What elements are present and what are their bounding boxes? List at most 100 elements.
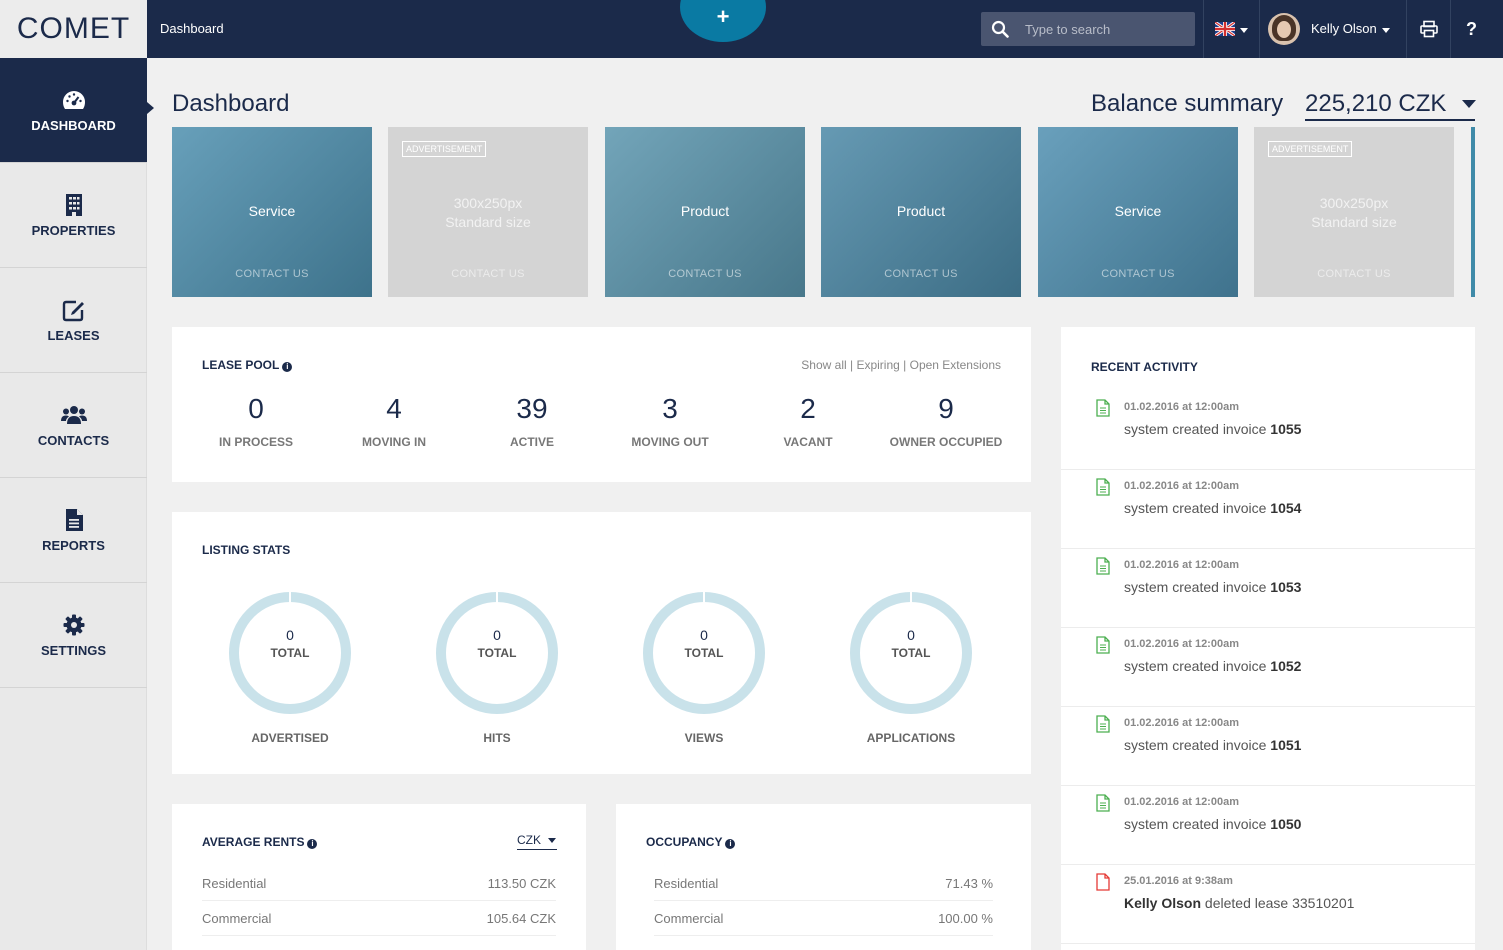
top-bar: COMET Dashboard + Kelly Olson ? [0, 0, 1503, 58]
donut-chart: 0 TOTAL [227, 590, 353, 716]
activity-user[interactable]: Kelly Olson [1124, 895, 1201, 911]
ad-contact-link[interactable]: CONTACT US [821, 268, 1021, 280]
open-extensions-link[interactable]: Open Extensions [910, 358, 1001, 372]
sidebar-item-contacts[interactable]: CONTACTS [0, 373, 147, 478]
activity-item[interactable]: 01.02.2016 at 12:00am system created inv… [1061, 391, 1475, 470]
row-label: Commercial [654, 911, 724, 926]
page-title: Dashboard [172, 90, 290, 117]
ad-contact-link[interactable]: CONTACT US [172, 268, 372, 280]
activity-item[interactable]: 01.02.2016 at 12:00am system created inv… [1061, 549, 1475, 628]
ad-placeholder[interactable]: ADVERTISEMENT 300x250px Standard size CON… [388, 127, 588, 297]
show-all-link[interactable]: Show all [801, 358, 846, 372]
ad-contact-link[interactable]: CONTACT US [1254, 268, 1454, 280]
currency-select[interactable]: CZK [517, 833, 557, 850]
stat-vacant[interactable]: 2 VACANT [739, 393, 877, 449]
activity-item[interactable]: 01.02.2016 at 12:00am system created inv… [1061, 628, 1475, 707]
sidebar-item-properties[interactable]: PROPERTIES [0, 163, 147, 268]
info-icon[interactable]: i [725, 839, 736, 849]
invoice-icon [1096, 636, 1110, 654]
donut-label: APPLICATIONS [866, 731, 956, 745]
sidebar-item-label: CONTACTS [37, 432, 110, 448]
ad-tile[interactable]: Product CONTACT US [821, 127, 1021, 297]
donut-applications[interactable]: 0 TOTAL APPLICATIONS [831, 590, 991, 745]
donut-unit: TOTAL [477, 646, 517, 660]
activity-time: 01.02.2016 at 12:00am [1124, 559, 1239, 571]
chevron-down-icon[interactable] [1462, 100, 1476, 108]
user-name[interactable]: Kelly Olson [1311, 21, 1377, 36]
ad-title: Service [248, 203, 296, 219]
ad-tile-partial[interactable] [1471, 127, 1475, 297]
logo[interactable]: COMET [0, 0, 147, 58]
stat-label: VACANT [783, 435, 833, 449]
ad-tile[interactable]: Service CONTACT US [1038, 127, 1238, 297]
sidebar-item-leases[interactable]: LEASES [0, 268, 147, 373]
users-icon [60, 405, 87, 424]
activity-time: 01.02.2016 at 12:00am [1124, 796, 1239, 808]
stat-owner-occupied[interactable]: 9 OWNER OCCUPIED [877, 393, 1015, 449]
ad-tag: ADVERTISEMENT [402, 141, 487, 157]
stat-label: MOVING OUT [631, 435, 709, 449]
activity-invoice-number[interactable]: 1052 [1270, 658, 1301, 674]
add-button[interactable]: + [680, 0, 766, 42]
divider [1450, 0, 1451, 58]
listing-stats-card: LISTING STATS 0 TOTAL ADVERTISED 0 TOTAL… [172, 512, 1031, 774]
sidebar-item-label: SETTINGS [40, 642, 106, 658]
occupancy-title: OCCUPANCY [646, 835, 723, 849]
user-dropdown-icon[interactable] [1382, 28, 1390, 33]
donut-hits[interactable]: 0 TOTAL HITS [417, 590, 577, 745]
stat-value: 39 [516, 393, 548, 424]
ad-size-note: Standard size [1311, 214, 1397, 230]
chevron-down-icon [548, 838, 556, 843]
ad-contact-link[interactable]: CONTACT US [1038, 268, 1238, 280]
activity-time: 01.02.2016 at 12:00am [1124, 638, 1239, 650]
print-icon[interactable] [1420, 20, 1438, 38]
lease-pool-links: Show all | Expiring | Open Extensions [801, 358, 1001, 372]
info-icon[interactable]: i [307, 839, 318, 849]
activity-text: system created invoice [1124, 737, 1271, 753]
expiring-link[interactable]: Expiring [856, 358, 899, 372]
activity-invoice-number[interactable]: 1053 [1270, 579, 1301, 595]
sidebar-item-dashboard[interactable]: DASHBOARD [0, 58, 147, 163]
language-dropdown-icon[interactable] [1240, 28, 1248, 33]
ad-placeholder[interactable]: ADVERTISEMENT 300x250px Standard size CON… [1254, 127, 1454, 297]
info-icon[interactable]: i [282, 362, 293, 372]
sidebar-item-reports[interactable]: REPORTS [0, 478, 147, 583]
stat-label: IN PROCESS [218, 435, 293, 449]
activity-invoice-number[interactable]: 1054 [1270, 500, 1301, 516]
ad-size-line: 300x250px [453, 195, 523, 211]
search-icon [991, 20, 1009, 38]
activity-invoice-number[interactable]: 1051 [1270, 737, 1301, 753]
stat-moving-out[interactable]: 3 MOVING OUT [601, 393, 739, 449]
ad-title: Product [680, 203, 730, 219]
ad-contact-link[interactable]: CONTACT US [388, 268, 588, 280]
activity-invoice-number[interactable]: 1055 [1270, 421, 1301, 437]
ad-contact-link[interactable]: CONTACT US [605, 268, 805, 280]
search-input[interactable] [1017, 12, 1187, 46]
donut-views[interactable]: 0 TOTAL VIEWS [624, 590, 784, 745]
stat-in-process[interactable]: 0 IN PROCESS [187, 393, 325, 449]
balance-summary-select[interactable]: 225,210 CZK [1305, 90, 1475, 121]
stat-moving-in[interactable]: 4 MOVING IN [325, 393, 463, 449]
donut-advertised[interactable]: 0 TOTAL ADVERTISED [210, 590, 370, 745]
sidebar-item-label: LEASES [47, 327, 100, 343]
activity-item[interactable]: 01.02.2016 at 12:00am system created inv… [1061, 786, 1475, 865]
search-box[interactable] [981, 12, 1195, 46]
activity-item[interactable]: 25.01.2016 at 9:38am Kelly Olson deleted… [1061, 865, 1475, 944]
activity-item[interactable]: 01.02.2016 at 12:00am system created inv… [1061, 470, 1475, 549]
table-row: Residential 113.50 CZK [202, 866, 556, 901]
donut-label: VIEWS [684, 731, 724, 745]
avatar[interactable] [1268, 13, 1300, 45]
sidebar: DASHBOARD PROPERTIES LEASES CONTACTS REP… [0, 58, 147, 950]
activity-time: 01.02.2016 at 12:00am [1124, 717, 1239, 729]
stat-value: 2 [800, 393, 816, 424]
activity-item[interactable]: 01.02.2016 at 12:00am system created inv… [1061, 707, 1475, 786]
ad-tile[interactable]: Service CONTACT US [172, 127, 372, 297]
stat-label: MOVING IN [361, 435, 426, 449]
sidebar-item-settings[interactable]: SETTINGS [0, 583, 147, 688]
stat-active[interactable]: 39 ACTIVE [463, 393, 601, 449]
uk-flag-icon[interactable] [1215, 22, 1235, 36]
activity-message: system created invoice 1051 [1124, 737, 1301, 753]
ad-tile[interactable]: Product CONTACT US [605, 127, 805, 297]
activity-invoice-number[interactable]: 1050 [1270, 816, 1301, 832]
help-button[interactable]: ? [1466, 19, 1477, 40]
